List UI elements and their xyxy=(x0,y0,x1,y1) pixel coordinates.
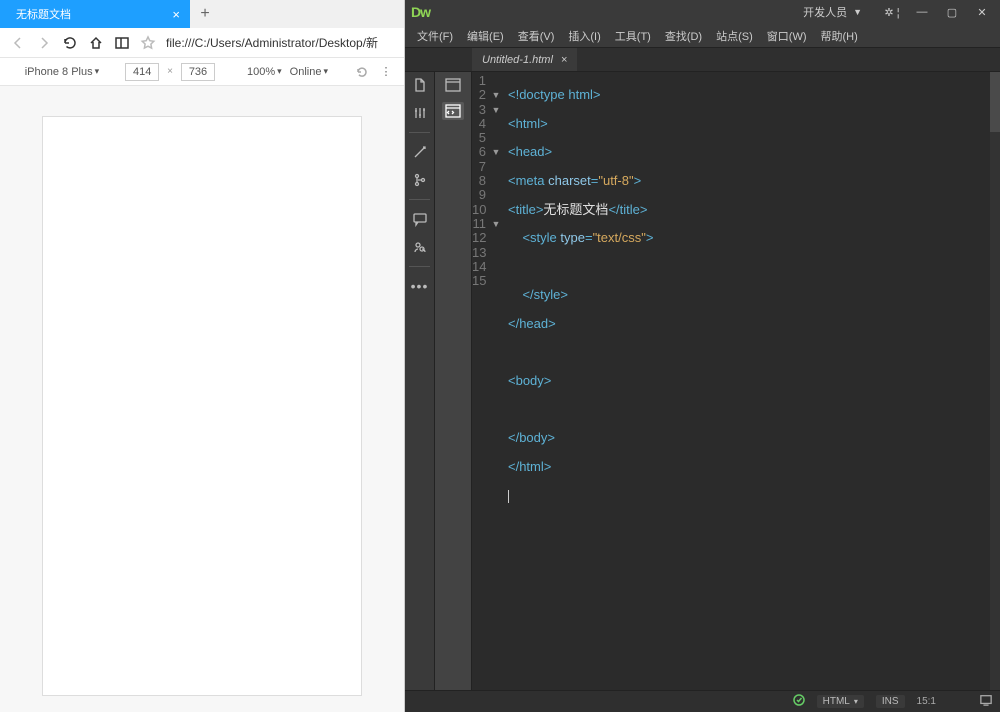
rail-separator xyxy=(409,199,429,200)
forward-button[interactable] xyxy=(36,35,52,51)
back-button[interactable] xyxy=(10,35,26,51)
device-canvas[interactable] xyxy=(42,116,362,696)
workspace-switcher[interactable]: 开发人员 xyxy=(803,4,847,20)
doc-tab-title: Untitled-1.html xyxy=(482,54,553,66)
menubar: 文件(F) 编辑(E) 查看(V) 插入(I) 工具(T) 查找(D) 站点(S… xyxy=(405,24,1000,48)
left-rail: ••• xyxy=(405,72,435,690)
close-doc-icon[interactable]: × xyxy=(561,54,567,66)
url-field[interactable]: file:///C:/Users/Administrator/Desktop/新 xyxy=(166,34,394,51)
code-view-icon[interactable] xyxy=(442,102,464,120)
community-icon[interactable] xyxy=(411,238,429,256)
maximize-button[interactable]: ▢ xyxy=(940,6,964,19)
code-content[interactable]: <!doctype html> <html> <head> <meta char… xyxy=(502,72,1000,690)
line-gutter: 123456789101112131415 xyxy=(472,72,490,690)
menu-site[interactable]: 站点(S) xyxy=(716,28,753,44)
fold-column: ▼▼▼▼ xyxy=(490,72,502,690)
wand-icon[interactable] xyxy=(411,143,429,161)
dreamweaver-pane: Dw 开发人员 ▼ ✲ ¦ — ▢ ✕ 文件(F) 编辑(E) 查看(V) 插入… xyxy=(405,0,1000,712)
more-icon[interactable]: ••• xyxy=(411,277,429,295)
tab-title: 无标题文档 xyxy=(16,6,71,22)
menu-file[interactable]: 文件(F) xyxy=(417,28,453,44)
document-tab[interactable]: Untitled-1.html × xyxy=(472,48,577,71)
file-icon[interactable] xyxy=(411,76,429,94)
browser-tab[interactable]: 无标题文档 × xyxy=(0,0,190,28)
close-button[interactable]: ✕ xyxy=(970,6,994,19)
preview-icon[interactable] xyxy=(980,694,992,709)
kebab-menu-icon[interactable]: ⋮ xyxy=(378,64,394,80)
menu-insert[interactable]: 插入(I) xyxy=(568,28,600,44)
menu-tools[interactable]: 工具(T) xyxy=(615,28,651,44)
cursor-position: 15:1 xyxy=(917,696,936,707)
panel-icon[interactable] xyxy=(114,35,130,51)
close-tab-icon[interactable]: × xyxy=(172,7,180,22)
device-select[interactable]: iPhone 8 Plus xyxy=(25,66,99,78)
reload-button[interactable] xyxy=(62,35,78,51)
browser-pane: 无标题文档 × + file:///C:/Users/Administrator… xyxy=(0,0,405,712)
minimap-scrollbar[interactable] xyxy=(990,72,1000,690)
dw-titlebar: Dw 开发人员 ▼ ✲ ¦ — ▢ ✕ xyxy=(405,0,1000,24)
chat-icon[interactable] xyxy=(411,210,429,228)
width-input[interactable] xyxy=(125,63,159,81)
status-bar: HTML▾ INS 15:1 xyxy=(405,690,1000,712)
rail-separator xyxy=(409,132,429,133)
star-icon[interactable] xyxy=(140,35,156,51)
document-tabbar: Untitled-1.html × xyxy=(405,48,1000,72)
address-bar: file:///C:/Users/Administrator/Desktop/新 xyxy=(0,28,404,58)
rotate-icon[interactable] xyxy=(354,64,370,80)
code-editor[interactable]: 123456789101112131415 ▼▼▼▼ <!doctype htm… xyxy=(472,72,1000,690)
menu-view[interactable]: 查看(V) xyxy=(518,28,555,44)
height-input[interactable] xyxy=(181,63,215,81)
view-rail xyxy=(435,72,472,690)
chevron-down-icon: ▼ xyxy=(853,7,862,17)
language-mode[interactable]: HTML▾ xyxy=(817,695,864,708)
dim-separator: × xyxy=(167,66,173,77)
menu-help[interactable]: 帮助(H) xyxy=(821,28,858,44)
text-cursor xyxy=(508,490,509,503)
device-toolbar: iPhone 8 Plus × 100% Online ⋮ xyxy=(0,58,404,86)
menu-window[interactable]: 窗口(W) xyxy=(767,28,807,44)
new-tab-button[interactable]: + xyxy=(190,0,220,28)
rail-separator xyxy=(409,266,429,267)
network-select[interactable]: Online xyxy=(290,66,328,78)
sync-ok-icon xyxy=(793,694,805,709)
home-button[interactable] xyxy=(88,35,104,51)
insert-mode[interactable]: INS xyxy=(876,695,905,708)
menu-edit[interactable]: 编辑(E) xyxy=(467,28,504,44)
preview-area xyxy=(0,86,404,712)
dw-logo: Dw xyxy=(411,4,430,20)
settings-icon[interactable]: ✲ ¦ xyxy=(880,6,904,19)
sliders-icon[interactable] xyxy=(411,104,429,122)
workarea: ••• 123456789101112131415 ▼▼▼▼ <!doctype… xyxy=(405,72,1000,690)
menu-find[interactable]: 查找(D) xyxy=(665,28,702,44)
branch-icon[interactable] xyxy=(411,171,429,189)
browser-tabbar: 无标题文档 × + xyxy=(0,0,404,28)
live-view-icon[interactable] xyxy=(442,76,464,94)
zoom-select[interactable]: 100% xyxy=(247,66,282,78)
minimize-button[interactable]: — xyxy=(910,6,934,18)
